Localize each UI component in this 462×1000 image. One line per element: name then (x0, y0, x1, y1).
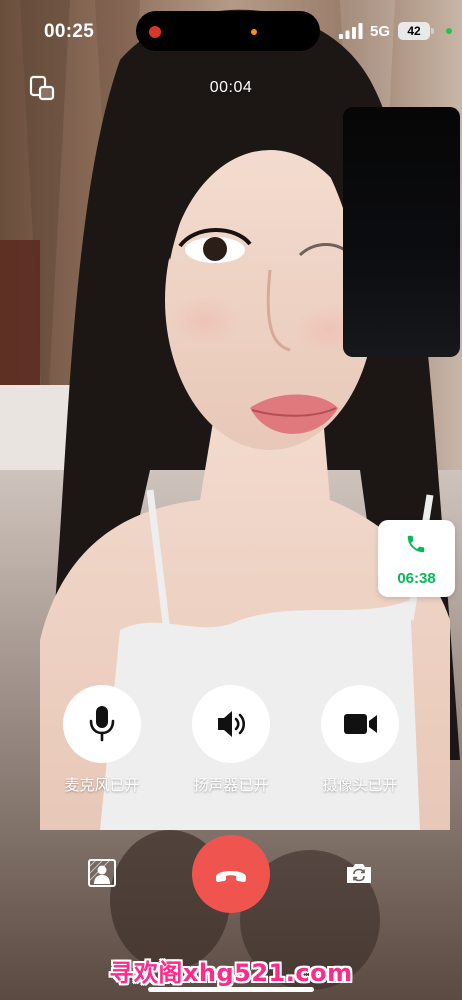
floating-call-card[interactable]: 06:38 (378, 520, 455, 597)
camera-label: 摄像头已开 (322, 777, 398, 794)
signal-strength-icon (339, 23, 363, 39)
hang-up-icon (216, 871, 246, 882)
floating-call-time: 06:38 (397, 570, 436, 587)
battery-cap (431, 28, 434, 34)
privacy-indicator-icon (446, 28, 452, 34)
dynamic-island (136, 11, 320, 51)
microphone-icon (89, 706, 115, 742)
recording-indicator-icon (149, 26, 161, 38)
home-indicator[interactable] (148, 987, 314, 992)
camera-toggle-button[interactable] (321, 685, 399, 763)
call-duration: 00:04 (209, 79, 253, 96)
speaker-toggle-button[interactable] (192, 685, 270, 763)
flip-camera-icon[interactable] (343, 857, 375, 889)
microphone-toggle-button[interactable] (63, 685, 141, 763)
speaker-label: 扬声器已开 (193, 777, 269, 794)
microphone-label: 麦克风已开 (64, 777, 140, 794)
hang-up-button[interactable] (192, 835, 270, 913)
video-camera-icon (344, 714, 377, 734)
status-time: 00:25 (44, 21, 95, 42)
local-video-preview[interactable] (343, 107, 460, 357)
background-blur-icon[interactable] (86, 857, 118, 889)
battery-level: 42 (398, 22, 430, 40)
video-call-screen: 00:25 5G 42 00:04 06:38 麦克风已开 扬声器已开 摄像头已… (0, 0, 462, 1000)
phone-icon (407, 535, 425, 553)
network-type: 5G (370, 23, 391, 40)
camera-in-use-indicator-icon (251, 29, 257, 35)
watermark-text: 寻欢阁xhg521.com (109, 959, 353, 987)
speaker-icon (218, 711, 246, 737)
